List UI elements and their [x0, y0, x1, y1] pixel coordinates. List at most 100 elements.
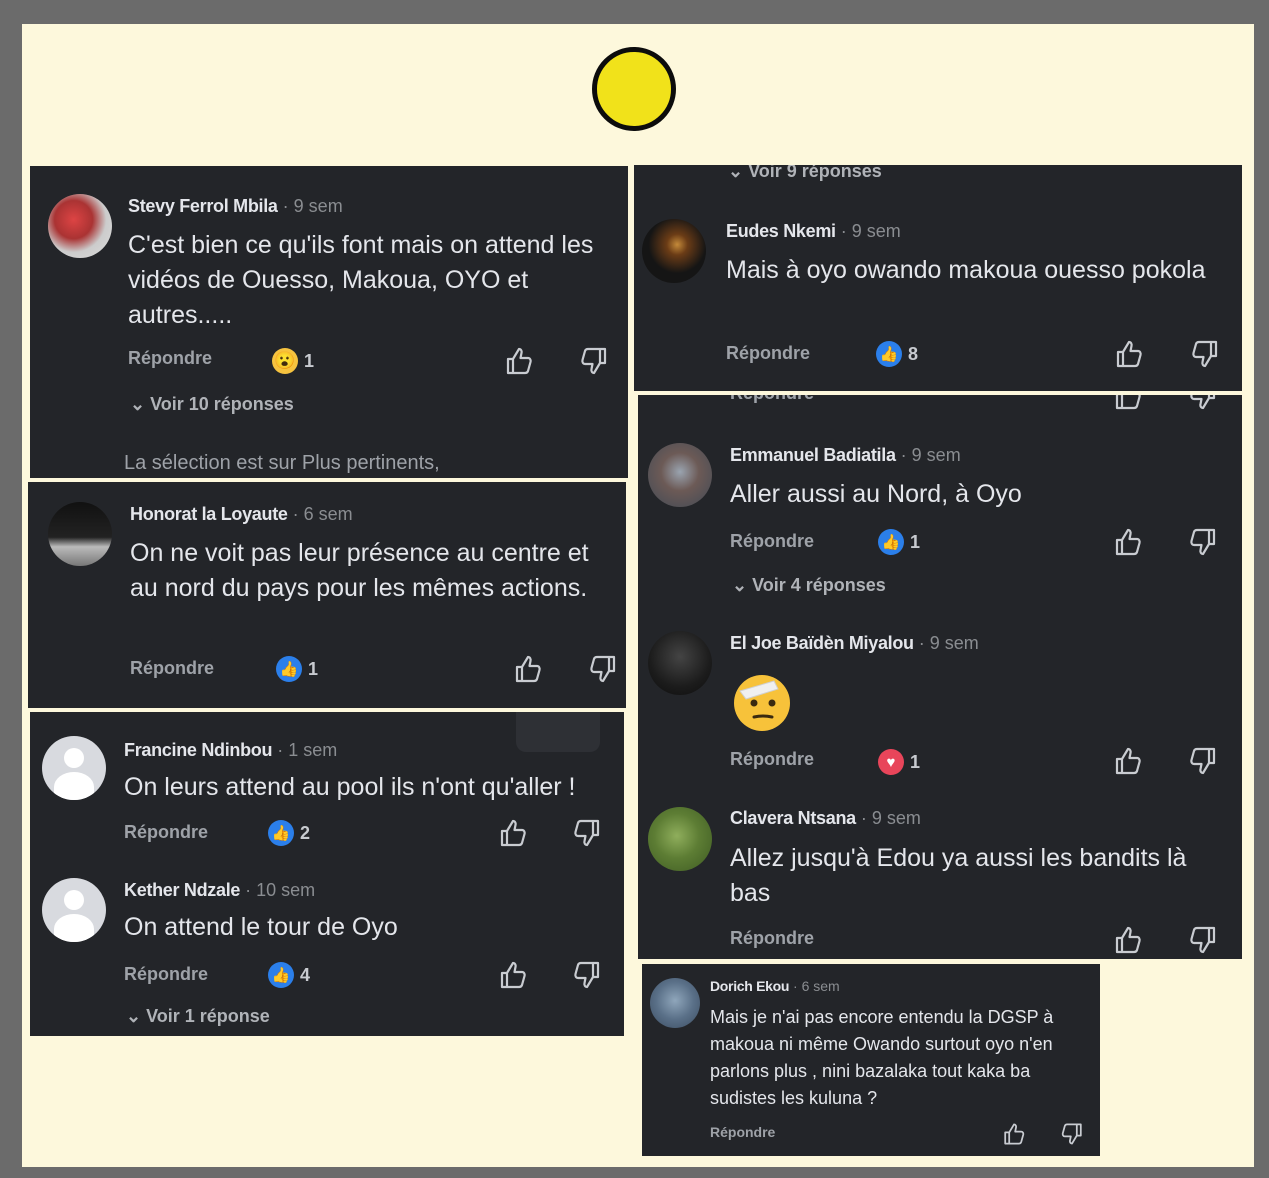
yellow-marker-dot	[592, 47, 676, 131]
like-reaction-icon: 👍	[276, 656, 302, 682]
thumb-down-icon[interactable]	[1188, 746, 1218, 776]
thumb-down-icon[interactable]	[1188, 395, 1218, 411]
reaction-count: 1	[304, 350, 315, 371]
chevron-down-icon: ⌄	[728, 165, 749, 181]
reply-button[interactable]: Répondre	[124, 822, 208, 843]
author-name[interactable]: Honorat la Loyaute	[130, 504, 288, 524]
comment-time: · 9 sem	[282, 196, 343, 216]
comment-time: · 9 sem	[860, 808, 921, 828]
comment-panel-honorat: Honorat la Loyaute · 6 sem On ne voit pa…	[28, 482, 626, 708]
avatar[interactable]	[48, 502, 112, 566]
like-reaction-icon: 👍	[268, 962, 294, 988]
comment-panel-dorich: Dorich Ekou · 6 sem Mais je n'ai pas enc…	[642, 964, 1100, 1156]
reaction-count: 4	[300, 964, 311, 985]
avatar[interactable]	[48, 194, 112, 258]
thumb-down-icon[interactable]	[588, 654, 618, 684]
reply-button[interactable]: Répondre	[130, 658, 214, 679]
reaction-summary[interactable]: 👍 4	[268, 962, 310, 988]
comment-time: · 10 sem	[245, 880, 316, 900]
avatar[interactable]	[648, 443, 712, 507]
reaction-summary[interactable]: 👍 2	[268, 820, 310, 846]
reply-button[interactable]: Répondre	[128, 348, 212, 369]
author-name[interactable]: El Joe Baïdèn Miyalou	[730, 633, 914, 653]
reaction-summary[interactable]: 👍 1	[276, 656, 318, 682]
view-replies-link[interactable]: ⌄ Voir 10 réponses	[130, 394, 294, 415]
thumb-up-icon[interactable]	[513, 654, 543, 684]
view-replies-link[interactable]: ⌄ Voir 4 réponses	[732, 575, 886, 596]
thumb-up-icon[interactable]	[1113, 395, 1143, 411]
comment-text: On leurs attend au pool ils n'ont qu'all…	[124, 773, 576, 801]
author-name[interactable]: Eudes Nkemi	[726, 221, 836, 241]
view-replies-link[interactable]: ⌄ Voir 1 réponse	[126, 1006, 270, 1027]
thumb-up-icon[interactable]	[498, 960, 528, 990]
reaction-summary[interactable]: 😮 1	[272, 348, 314, 374]
author-name[interactable]: Emmanuel Badiatila	[730, 445, 896, 465]
comment-text: Mais à oyo owando makoua ouesso pokola	[726, 256, 1206, 284]
thumb-up-icon[interactable]	[498, 818, 528, 848]
sort-selection-note: La sélection est sur Plus pertinents,	[124, 452, 440, 474]
comment-time: · 9 sem	[900, 445, 961, 465]
thumb-up-icon[interactable]	[1113, 925, 1143, 955]
avatar[interactable]	[650, 978, 700, 1028]
reaction-count: 8	[908, 343, 919, 364]
reply-button[interactable]: Répondre	[710, 1124, 775, 1140]
thumb-down-icon[interactable]	[1060, 1122, 1084, 1146]
reply-button[interactable]: Répondre	[730, 928, 814, 949]
avatar[interactable]	[642, 219, 706, 283]
comment-time: · 6 sem	[292, 504, 353, 524]
comment-text: On ne voit pas leur présence au centre e…	[130, 539, 589, 602]
thumb-up-icon[interactable]	[1114, 339, 1144, 369]
avatar[interactable]	[648, 631, 712, 695]
saluting-face-emoji-icon	[734, 675, 790, 731]
comment-panel-eudes: ⌄ Voir 9 réponses Eudes Nkemi · 9 sem Ma…	[634, 165, 1242, 391]
author-name[interactable]: Clavera Ntsana	[730, 808, 856, 828]
notification-tab[interactable]	[516, 712, 600, 752]
comment-text: Aller aussi au Nord, à Oyo	[730, 480, 1022, 508]
like-reaction-icon: 👍	[876, 341, 902, 367]
reply-button[interactable]: Répondre	[730, 749, 814, 770]
thumb-up-icon[interactable]	[1113, 746, 1143, 776]
comment-panel-emmanuel-eljoe-clavera: Répondre Emmanuel Badiatila · 9 sem Alle…	[638, 395, 1242, 959]
reaction-count: 1	[910, 531, 921, 552]
reply-button[interactable]: Répondre	[730, 395, 814, 404]
like-reaction-icon: 👍	[878, 529, 904, 555]
reply-button[interactable]: Répondre	[726, 343, 810, 364]
avatar[interactable]	[42, 736, 106, 800]
comment-time: · 1 sem	[277, 740, 338, 760]
author-name[interactable]: Stevy Ferrol Mbila	[128, 196, 278, 216]
comment-time: · 6 sem	[793, 978, 840, 994]
thumb-down-icon[interactable]	[572, 818, 602, 848]
comment-panel-francine-kether: Francine Ndinbou · 1 sem On leurs attend…	[30, 712, 624, 1036]
reaction-count: 1	[308, 658, 319, 679]
comment-text: On attend le tour de Oyo	[124, 913, 398, 941]
comment-panel-stevy: Stevy Ferrol Mbila · 9 sem C'est bien ce…	[30, 166, 628, 478]
comment-time: · 9 sem	[840, 221, 901, 241]
thumb-up-icon[interactable]	[1113, 527, 1143, 557]
view-replies-link[interactable]: ⌄ Voir 9 réponses	[728, 165, 882, 182]
reply-button[interactable]: Répondre	[124, 964, 208, 985]
thumb-down-icon[interactable]	[1188, 925, 1218, 955]
thumb-down-icon[interactable]	[579, 346, 609, 376]
thumb-down-icon[interactable]	[1190, 339, 1220, 369]
thumb-down-icon[interactable]	[1188, 527, 1218, 557]
thumb-down-icon[interactable]	[572, 960, 602, 990]
thumb-up-icon[interactable]	[1002, 1122, 1026, 1146]
reaction-summary[interactable]: 👍 1	[878, 529, 920, 555]
author-name[interactable]: Francine Ndinbou	[124, 740, 273, 760]
like-reaction-icon: 👍	[268, 820, 294, 846]
comment-text: C'est bien ce qu'ils font mais on attend…	[128, 231, 594, 329]
wow-reaction-icon: 😮	[272, 348, 298, 374]
author-name[interactable]: Dorich Ekou	[710, 978, 789, 994]
chevron-down-icon: ⌄	[126, 1006, 147, 1026]
reaction-summary[interactable]: 👍 8	[876, 341, 918, 367]
thumb-up-icon[interactable]	[504, 346, 534, 376]
chevron-down-icon: ⌄	[130, 394, 151, 414]
avatar[interactable]	[648, 807, 712, 871]
heart-reaction-icon: ♥	[878, 749, 904, 775]
author-name[interactable]: Kether Ndzale	[124, 880, 240, 900]
reply-button[interactable]: Répondre	[730, 531, 814, 552]
reaction-summary[interactable]: ♥ 1	[878, 749, 920, 775]
chevron-down-icon: ⌄	[732, 575, 753, 595]
comment-text: Allez jusqu'à Edou ya aussi les bandits …	[730, 844, 1187, 907]
avatar[interactable]	[42, 878, 106, 942]
